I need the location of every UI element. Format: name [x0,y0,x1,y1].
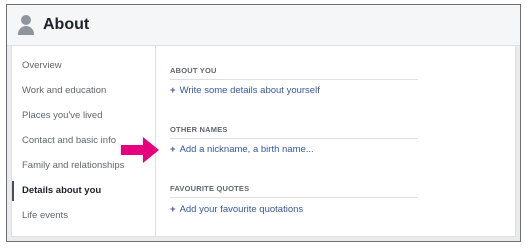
add-quotations-link-label: Add your favourite quotations [179,204,304,215]
other-names-heading: OTHER NAMES [170,125,418,139]
about-header: About [7,5,520,46]
write-details-link-label: Write some details about yourself [179,85,320,96]
add-nickname-link[interactable]: + Add a nickname, a birth name... [170,144,314,155]
add-quotations-link[interactable]: + Add your favourite quotations [170,204,303,215]
about-panel: About Overview Work and education Places… [6,4,521,242]
sidebar-item-life-events[interactable]: Life events [12,206,155,226]
plus-icon: + [170,85,176,96]
plus-icon: + [170,144,176,155]
sidebar-item-work-and-education[interactable]: Work and education [12,81,155,101]
page-title: About [43,16,90,33]
details-main: ABOUT YOU + Write some details about your… [156,46,515,236]
about-content: Overview Work and education Places you'v… [11,46,516,237]
person-icon [17,15,35,35]
add-nickname-link-label: Add a nickname, a birth name... [179,144,314,155]
sidebar-item-places-lived[interactable]: Places you've lived [12,106,155,126]
pointer-arrow-icon [121,137,159,163]
sidebar-item-overview[interactable]: Overview [12,56,155,76]
plus-icon: + [170,204,176,215]
sidebar-item-details-about-you[interactable]: Details about you [12,181,155,201]
about-you-heading: ABOUT YOU [170,66,418,80]
write-details-link[interactable]: + Write some details about yourself [170,85,320,96]
favourite-quotes-heading: FAVOURITE QUOTES [170,184,418,198]
